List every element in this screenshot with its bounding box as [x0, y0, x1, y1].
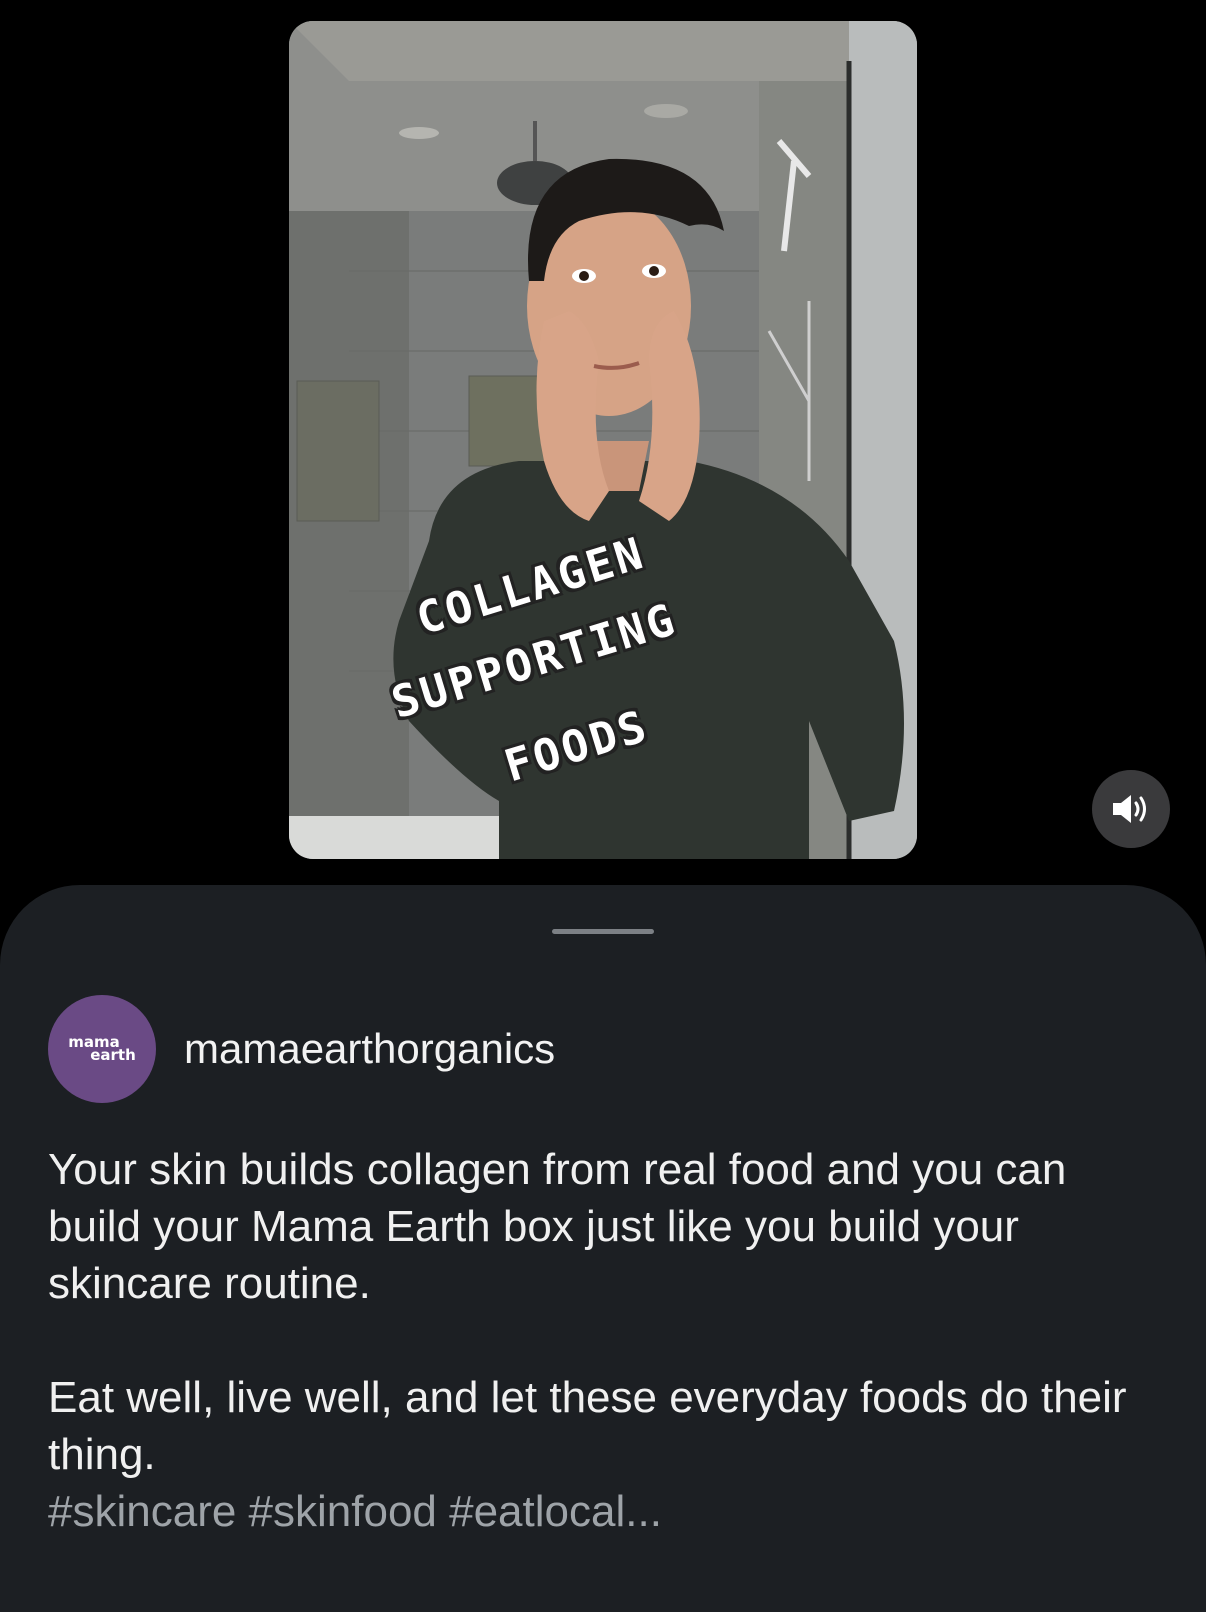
- caption-paragraph-1: Your skin builds collagen from real food…: [48, 1145, 1067, 1308]
- caption-paragraph-2: Eat well, live well, and let these every…: [48, 1373, 1127, 1479]
- sheet-grabber[interactable]: [552, 929, 654, 934]
- speaker-icon: [1113, 795, 1146, 823]
- reel-viewer: COLLAGEN SUPPORTING FOODS mama earth mam…: [0, 0, 1206, 1612]
- post-author: mama earth mamaearthorganics: [48, 995, 555, 1103]
- mute-button[interactable]: [1092, 770, 1170, 848]
- hashtags[interactable]: #skincare #skinfood #eatlocal...: [48, 1483, 1158, 1540]
- username[interactable]: mamaearthorganics: [184, 1025, 555, 1073]
- avatar-logo: mama earth: [68, 1033, 136, 1064]
- video-frame: [289, 21, 917, 859]
- post-caption: Your skin builds collagen from real food…: [48, 1141, 1158, 1540]
- video-player[interactable]: COLLAGEN SUPPORTING FOODS: [289, 21, 917, 859]
- comments-sheet: mama earth mamaearthorganics Your skin b…: [0, 885, 1206, 1612]
- avatar[interactable]: mama earth: [48, 995, 156, 1103]
